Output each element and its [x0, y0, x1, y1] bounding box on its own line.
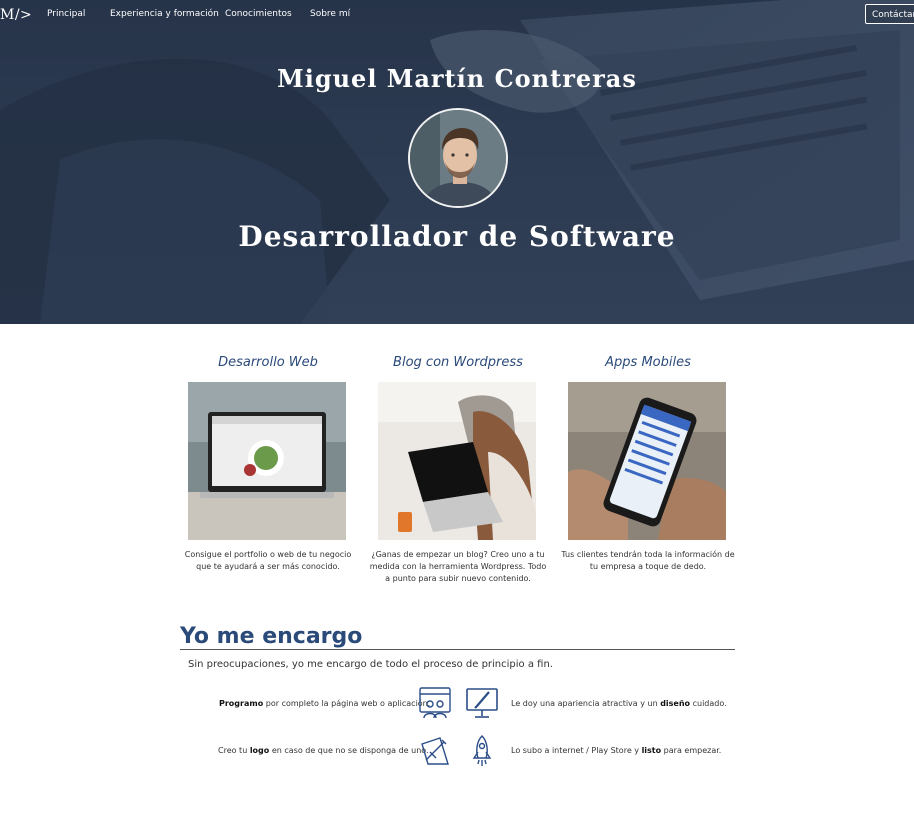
- feature-keyword: listo: [641, 746, 662, 755]
- feature-keyword: logo: [249, 746, 270, 755]
- avatar-portrait-image: [410, 110, 506, 206]
- feature-text: Lo subo a internet / Play Store y: [511, 746, 642, 755]
- service-image-woman-laptop: [378, 382, 536, 540]
- feature-diseno: Le doy una apariencia atractiva y un dis…: [511, 699, 727, 708]
- service-image-laptop: [188, 382, 346, 540]
- feature-text: para empezar.: [661, 746, 722, 755]
- service-blog-wordpress: Blog con Wordpress ¿Ganas de empezar un …: [368, 355, 548, 583]
- encargo-subtitle: Sin preocupaciones, yo me encargo de tod…: [188, 659, 553, 670]
- logo-design-icon: [421, 737, 449, 765]
- service-title: Apps Mobiles: [605, 355, 691, 370]
- nav-item-principal[interactable]: Principal: [47, 9, 85, 19]
- programming-team-icon: [419, 687, 451, 719]
- site-logo[interactable]: M/>: [0, 7, 32, 23]
- section-divider: [180, 649, 735, 650]
- hero-section: M/> Principal Experiencia y formación Co…: [0, 0, 914, 324]
- avatar: [408, 108, 508, 208]
- feature-text: Creo tu: [218, 746, 250, 755]
- contact-button[interactable]: Contáctame: [865, 4, 914, 24]
- feature-text: Le doy una apariencia atractiva y un: [511, 699, 661, 708]
- service-title: Blog con Wordpress: [393, 355, 523, 370]
- feature-programo: Programo por completo la página web o ap…: [219, 699, 430, 708]
- feature-text: cuidado.: [690, 699, 727, 708]
- service-apps-mobiles: Apps Mobiles Tus clientes tendrán toda l…: [558, 355, 738, 571]
- nav-item-experiencia[interactable]: Experiencia y formación: [110, 9, 219, 19]
- top-navigation: M/> Principal Experiencia y formación Co…: [0, 0, 914, 30]
- feature-logo: Creo tu logo en caso de que no se dispon…: [218, 746, 429, 755]
- service-title: Desarrollo Web: [218, 355, 318, 370]
- service-description: ¿Ganas de empezar un blog? Creo uno a tu…: [369, 550, 547, 583]
- monitor-design-icon: [466, 688, 498, 718]
- hero-name: Miguel Martín Contreras: [277, 64, 637, 93]
- hero-role: Desarrollador de Software: [238, 220, 676, 253]
- feature-text: en caso de que no se disponga de uno.: [269, 746, 429, 755]
- nav-item-conocimientos[interactable]: Conocimientos: [225, 9, 292, 19]
- encargo-title: Yo me encargo: [180, 624, 363, 649]
- service-image-phone: [568, 382, 726, 540]
- feature-keyword: Programo: [219, 699, 264, 708]
- feature-keyword: diseño: [660, 699, 691, 708]
- service-description: Tus clientes tendrán toda la información…: [561, 550, 735, 571]
- feature-text: por completo la página web o aplicación.: [263, 699, 431, 708]
- service-desarrollo-web: Desarrollo Web Consigue el portfolio o w…: [178, 355, 358, 571]
- nav-item-sobre-mi[interactable]: Sobre mí: [310, 9, 350, 19]
- service-description: Consigue el portfolio o web de tu negoci…: [184, 550, 352, 571]
- rocket-icon: [472, 735, 492, 766]
- feature-subo: Lo subo a internet / Play Store y listo …: [511, 746, 721, 755]
